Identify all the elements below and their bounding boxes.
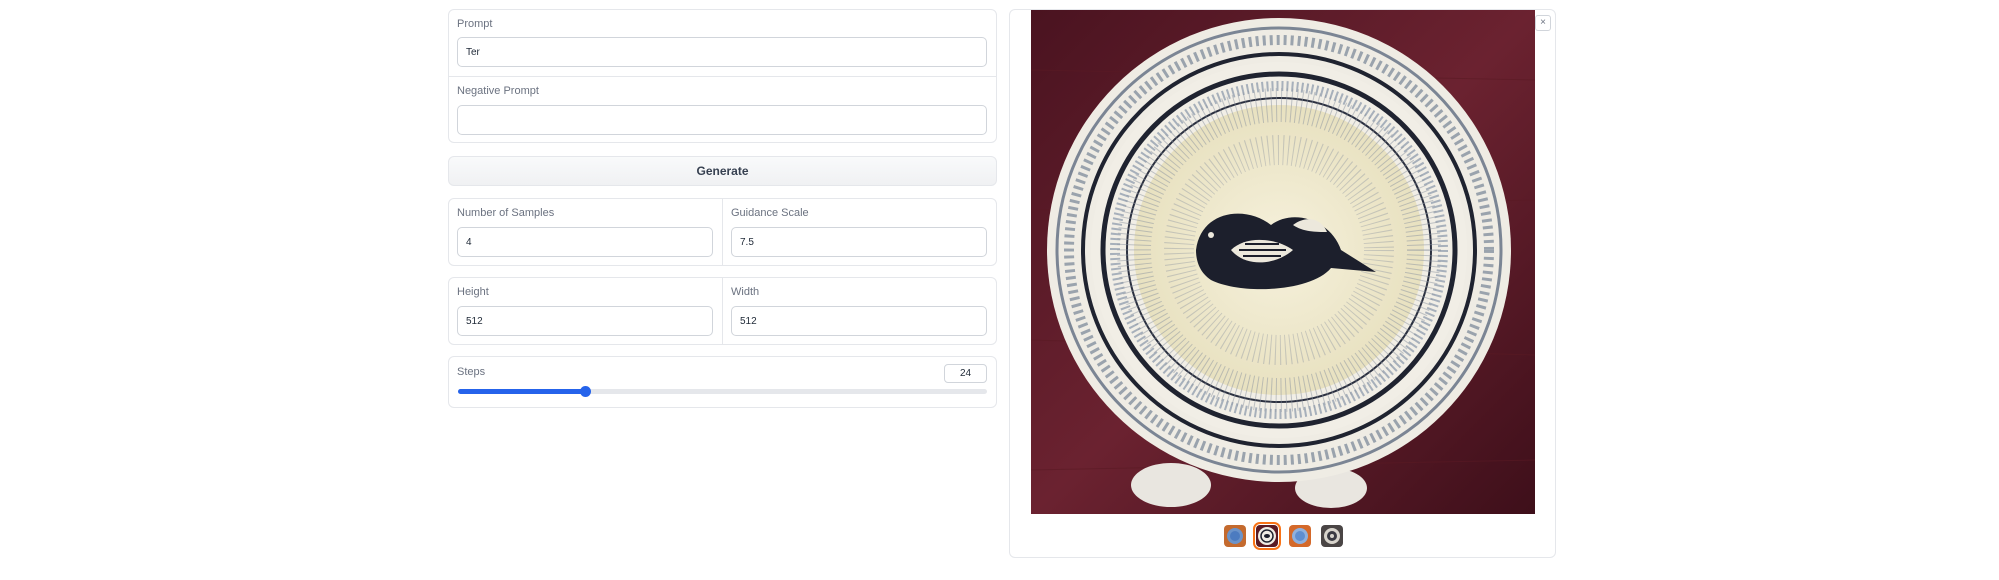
samples-label: Number of Samples [457, 207, 555, 219]
thumbnail-4[interactable] [1321, 525, 1343, 547]
thumbnail-2[interactable] [1253, 522, 1281, 550]
prompt-divider [449, 76, 996, 77]
negative-prompt-input[interactable] [457, 105, 987, 135]
sampling-divider [722, 199, 723, 265]
thumbnail-4-image [1321, 525, 1343, 547]
negative-prompt-label: Negative Prompt [457, 85, 539, 97]
guidance-input[interactable]: 7.5 [731, 227, 987, 257]
height-label: Height [457, 286, 489, 298]
steps-slider[interactable] [458, 386, 987, 397]
guidance-label: Guidance Scale [731, 207, 809, 219]
steps-slider-thumb[interactable] [579, 386, 591, 397]
generate-button[interactable]: Generate [448, 156, 997, 186]
thumbnail-2-image [1256, 525, 1278, 547]
steps-label: Steps [457, 366, 486, 378]
prompt-input[interactable]: Ter [457, 37, 987, 67]
samples-input[interactable]: 4 [457, 227, 713, 257]
steps-panel [448, 356, 997, 408]
close-icon[interactable]: × [1535, 15, 1551, 31]
thumbnail-3-image [1289, 525, 1311, 547]
width-label: Width [731, 286, 760, 298]
generated-image[interactable] [1031, 10, 1535, 514]
steps-number-input[interactable]: 24 [944, 364, 987, 383]
steps-slider-fill [458, 389, 585, 394]
height-input[interactable]: 512 [457, 306, 713, 336]
plate-image [1031, 10, 1535, 514]
thumbnail-1[interactable] [1224, 525, 1246, 547]
prompt-label: Prompt [457, 18, 493, 30]
thumbnail-3[interactable] [1289, 525, 1311, 547]
width-input[interactable]: 512 [731, 306, 987, 336]
thumbnail-1-image [1224, 525, 1246, 547]
size-divider [722, 278, 723, 344]
